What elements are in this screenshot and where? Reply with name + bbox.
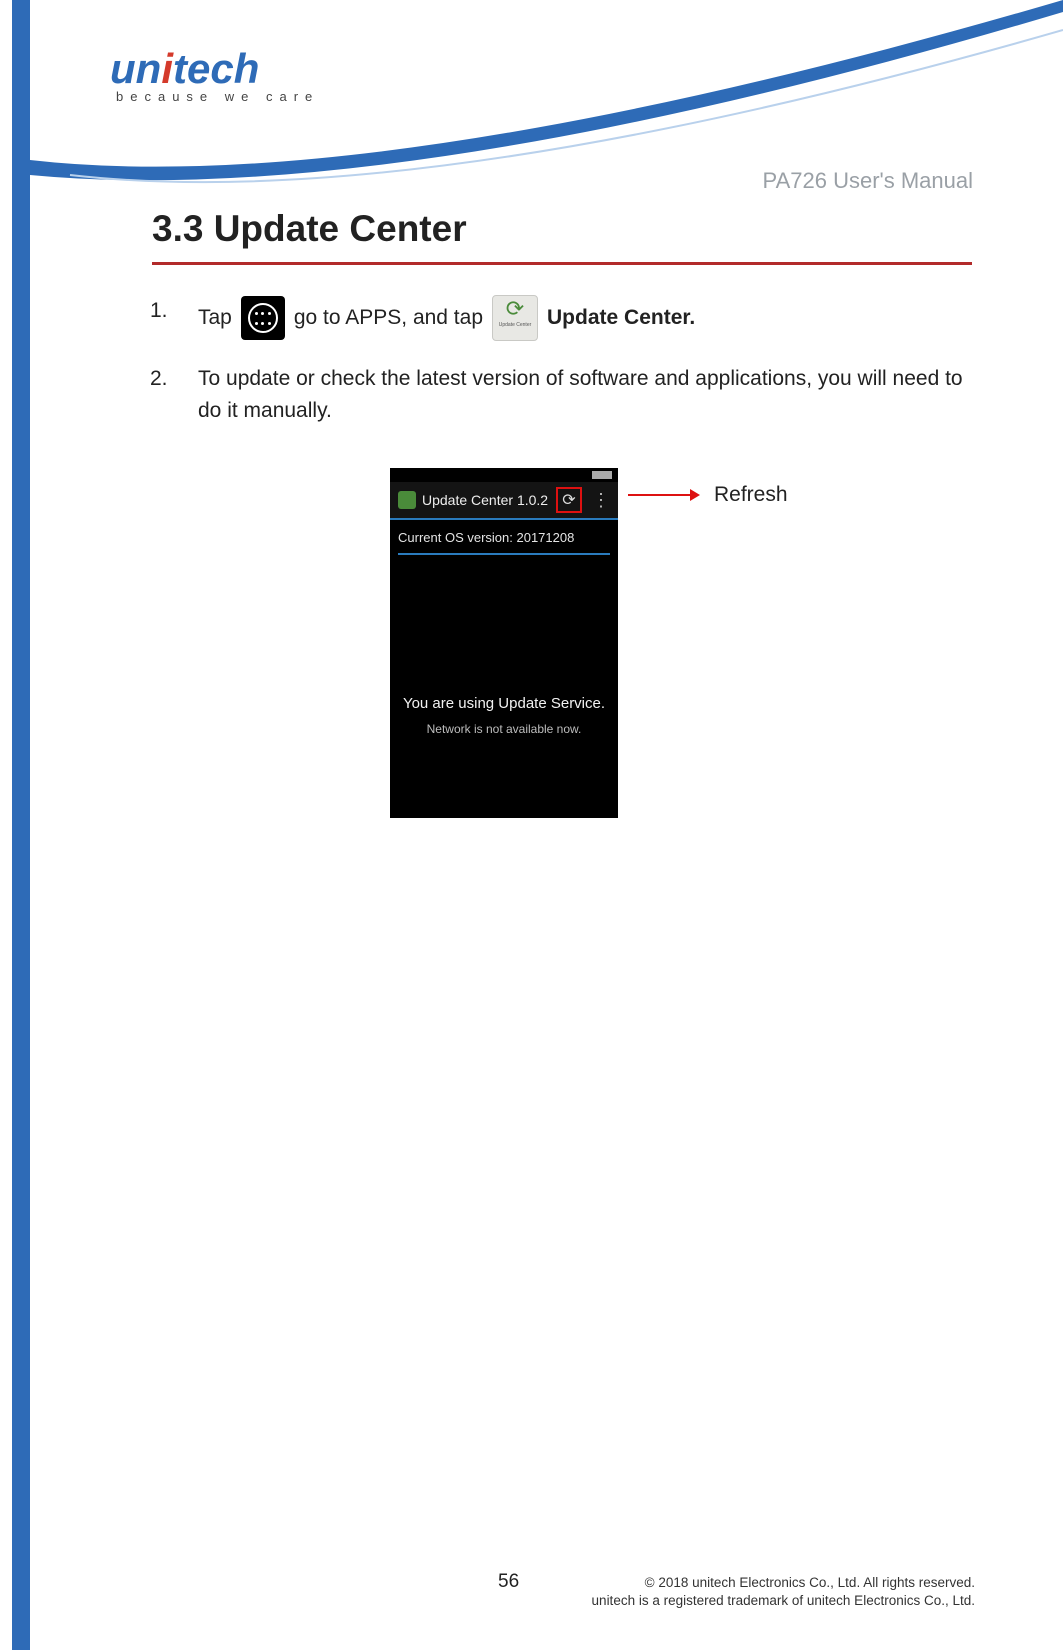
apps-launcher-icon — [241, 296, 285, 340]
network-status: Network is not available now. — [398, 722, 610, 736]
step1-text-uc: Update Center. — [547, 302, 695, 334]
copyright-line-1: © 2018 unitech Electronics Co., Ltd. All… — [592, 1574, 975, 1592]
copyright-line-2: unitech is a registered trademark of uni… — [592, 1592, 975, 1610]
page-number: 56 — [498, 1571, 519, 1593]
copyright: © 2018 unitech Electronics Co., Ltd. All… — [592, 1574, 975, 1610]
update-center-app-icon: ⟳ Update Center — [492, 295, 538, 341]
phone-title-bar: Update Center 1.0.2 ⟳ ⋮ — [390, 482, 618, 520]
phone-body: Current OS version: 20171208 You are usi… — [390, 520, 618, 736]
steps-list: 1. Tap go to APPS, and tap ⟳ Update Cent… — [150, 295, 975, 448]
step1-text-go: go to APPS, and tap — [294, 302, 483, 334]
refresh-icon: ⟳ — [506, 298, 524, 320]
uc-icon-label: Update Center — [499, 322, 532, 330]
step-body: Tap go to APPS, and tap ⟳ Update Center … — [198, 295, 975, 341]
brand-name: unitech — [110, 45, 319, 93]
phone-status-bar — [390, 468, 618, 482]
step-body: To update or check the latest version of… — [198, 363, 975, 426]
app-icon — [398, 491, 416, 509]
step-2: 2. To update or check the latest version… — [150, 363, 975, 426]
step-number: 2. — [150, 363, 198, 426]
section-heading: 3.3 Update Center — [152, 208, 467, 250]
manual-title: PA726 User's Manual — [763, 168, 973, 194]
step-1: 1. Tap go to APPS, and tap ⟳ Update Cent… — [150, 295, 975, 341]
update-service-status: You are using Update Service. — [398, 695, 610, 712]
callout-arrow — [628, 494, 698, 496]
current-os-version: Current OS version: 20171208 — [398, 530, 610, 545]
callout-label: Refresh — [714, 483, 788, 507]
brand-tagline: because we care — [116, 89, 319, 104]
overflow-menu-icon[interactable]: ⋮ — [592, 491, 610, 509]
refresh-icon: ⟳ — [562, 490, 575, 510]
step1-text-tap: Tap — [198, 302, 232, 334]
step-number: 1. — [150, 295, 198, 341]
left-accent-bar — [12, 0, 30, 1650]
refresh-callout: Refresh — [628, 483, 788, 507]
phone-screenshot: Update Center 1.0.2 ⟳ ⋮ Current OS versi… — [390, 468, 618, 818]
divider — [398, 553, 610, 555]
refresh-button[interactable]: ⟳ — [556, 487, 582, 513]
section-rule — [152, 262, 972, 265]
brand-logo: unitech because we care — [110, 45, 319, 104]
app-title: Update Center 1.0.2 — [422, 492, 548, 508]
